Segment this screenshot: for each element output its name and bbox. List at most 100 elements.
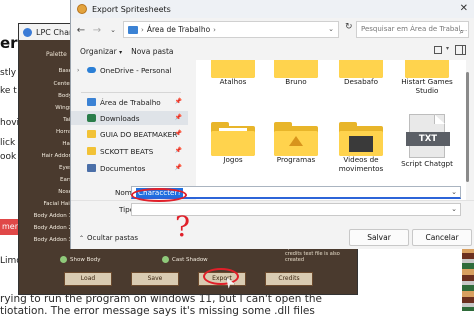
show-body-checkbox[interactable]: Show Body [60, 256, 100, 263]
navigation-pane: › OneDrive - Personal Área de Trabalho 📌… [71, 60, 188, 200]
file-grid: Atalhos Bruno Desabafo Histart Games Stu… [196, 60, 466, 200]
text-file-icon: TXT [406, 114, 450, 158]
back-icon[interactable]: ← [75, 25, 87, 36]
path-label: Área de Trabalho [146, 25, 211, 34]
chevron-down-icon: ▾ [119, 48, 123, 56]
file-script-chatgpt[interactable]: TXT Script Chatgpt [392, 114, 462, 169]
documents-icon [87, 164, 96, 172]
folder-icon [211, 122, 255, 156]
slot-tail[interactable]: Tail [28, 117, 72, 126]
chevron-down-icon[interactable]: ▾ [446, 45, 449, 52]
folder-icon [274, 60, 318, 78]
slot-center[interactable]: Center [28, 81, 72, 90]
pin-icon: 📌 [174, 164, 182, 171]
address-bar: ← → ⌄ ↑ › Área de Trabalho › ⌄ ↻ Pesquis… [71, 18, 474, 42]
pin-icon: 📌 [174, 147, 182, 154]
folder-icon [87, 147, 96, 155]
slot-body[interactable]: Body [28, 93, 72, 102]
cloud-icon [87, 67, 96, 73]
chevron-down-icon[interactable]: ⌄ [451, 188, 457, 196]
dialog-save-button[interactable]: Salvar [349, 229, 409, 246]
scrollbar-thumb[interactable] [466, 72, 469, 182]
divider [81, 92, 181, 93]
forward-icon[interactable]: → [91, 25, 103, 36]
checkbox-icon [60, 256, 67, 263]
hide-folders-toggle[interactable]: ⌃ Ocultar pastas [79, 234, 138, 242]
nav-item-sckott-beats[interactable]: SCKOTT BEATS [77, 144, 153, 158]
slot-nose[interactable]: Nose [28, 189, 72, 198]
desktop-icon [87, 98, 96, 106]
nav-item-guia-do-beatmaker[interactable]: GUIA DO BEATMAKER [77, 127, 177, 141]
dialog-cancel-button[interactable]: Cancelar [412, 229, 472, 246]
slot-base[interactable]: Base [28, 68, 72, 77]
pin-icon: 📌 [174, 98, 182, 105]
slot-hair-addon[interactable]: Hair Addon [28, 153, 72, 162]
annotation-question-mark: ? [175, 210, 191, 243]
nav-item-documentos[interactable]: Documentos [77, 161, 145, 175]
new-folder-button[interactable]: Nova pasta [131, 47, 173, 56]
folder-jogos[interactable]: Jogos [198, 122, 268, 165]
slot-wings[interactable]: Wings [28, 105, 72, 114]
preview-pane-icon[interactable] [455, 45, 466, 55]
nav-item-desktop[interactable]: Área de Trabalho [77, 95, 161, 109]
background-text-fragment: ke t [0, 86, 17, 96]
nav-item-onedrive[interactable]: › OneDrive - Personal [77, 63, 172, 77]
media-badge-icon [349, 136, 373, 152]
load-button[interactable]: Load [64, 272, 112, 286]
view-icon[interactable] [434, 46, 442, 54]
folder-icon [87, 130, 96, 138]
folder-bruno[interactable]: Bruno [261, 60, 331, 87]
path-separator-icon: › [141, 25, 144, 34]
folder-programas[interactable]: Programas [261, 122, 331, 165]
slot-eyes[interactable]: Eyes [28, 165, 72, 174]
nav-item-downloads[interactable]: Downloads [71, 111, 188, 125]
pin-icon: 📌 [174, 130, 182, 137]
folder-videos-de-movimentos[interactable]: Videos de movimentos [326, 122, 396, 173]
chevron-right-icon: › [77, 66, 80, 74]
app-icon [77, 4, 87, 14]
palette-label: Palette [46, 51, 67, 58]
credits-button[interactable]: Credits [265, 272, 313, 286]
save-button[interactable]: Save [131, 272, 179, 286]
slot-body-addon-3[interactable]: Body Addon 3 [20, 237, 72, 246]
path-separator-icon: › [213, 25, 216, 34]
search-placeholder: Pesquisar em Área de Trabal... [361, 25, 468, 33]
folder-icon [339, 122, 383, 156]
history-chevron-icon[interactable]: ⌄ [107, 26, 119, 34]
dialog-titlebar: Export Spritesheets [71, 0, 474, 18]
path-field[interactable]: › Área de Trabalho › ⌄ [123, 21, 339, 38]
slot-body-addon-1[interactable]: Body Addon 1 [20, 213, 72, 222]
folder-icon [274, 122, 318, 156]
slot-facial-hair[interactable]: Facial Hair [28, 201, 72, 210]
search-icon: ⌕ [459, 27, 464, 36]
slot-horns[interactable]: Horns [28, 129, 72, 138]
folder-icon [339, 60, 383, 78]
slot-hat[interactable]: Hat [28, 141, 72, 150]
save-form: Nome: Characcter? ⌄ Tipo: ⌄ ⌃ Ocultar pa… [71, 186, 474, 249]
slot-body-addon-2[interactable]: Body Addon 2 [20, 225, 72, 234]
chevron-up-icon: ⌃ [79, 234, 85, 242]
organize-menu[interactable]: Organizar ▾ [80, 47, 122, 56]
cast-shadow-checkbox[interactable]: Cast Shadow [162, 256, 208, 263]
slot-ears[interactable]: Ears [28, 177, 72, 186]
app-icon [23, 27, 32, 37]
dialog-title: Export Spritesheets [92, 4, 171, 14]
background-post-text: tiotation. The error message says it's m… [0, 305, 315, 317]
dialog-toolbar: Organizar ▾ Nova pasta ▾ [71, 42, 474, 60]
annotation-circle-filename [131, 188, 187, 202]
refresh-icon[interactable]: ↻ [345, 22, 353, 32]
path-history-chevron-icon[interactable]: ⌄ [328, 25, 334, 33]
folder-desabafo[interactable]: Desabafo [326, 60, 396, 87]
close-icon[interactable]: ✕ [460, 3, 468, 14]
folder-histart-games-studio[interactable]: Histart Games Studio [392, 60, 462, 95]
chevron-down-icon[interactable]: ⌄ [451, 205, 457, 213]
folder-icon [211, 60, 255, 78]
annotation-circle-export [203, 268, 239, 285]
pin-icon: 📌 [174, 114, 182, 121]
download-icon [87, 114, 96, 122]
folder-atalhos[interactable]: Atalhos [198, 60, 268, 87]
desktop-folder-icon [128, 25, 138, 34]
export-dialog: Export Spritesheets ✕ ← → ⌄ ↑ › Área de … [71, 0, 474, 249]
search-input[interactable]: Pesquisar em Área de Trabal... ⌕ [356, 21, 469, 38]
vertical-scrollbar[interactable] [465, 62, 470, 198]
